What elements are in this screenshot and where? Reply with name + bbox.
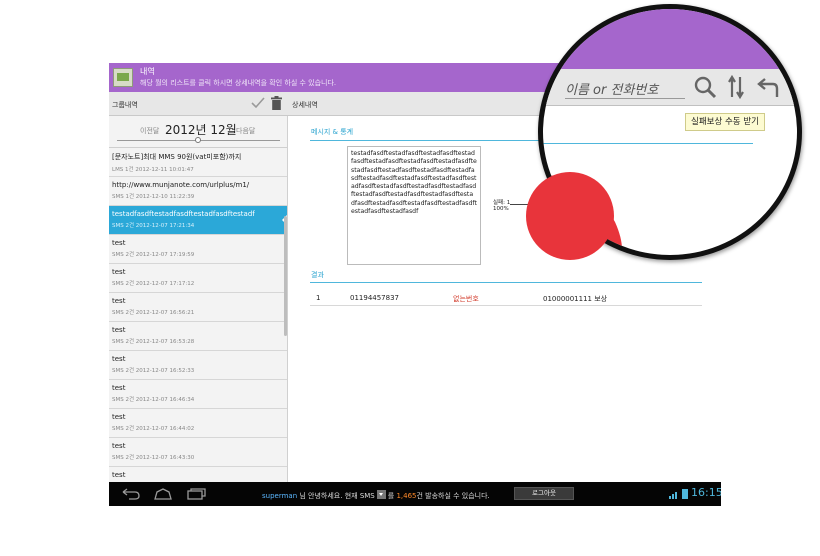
sms-type-label: SMS [359,492,375,500]
result-status: 없는번호 [453,295,479,303]
list-item-title: test [112,442,126,450]
user-name: superman [262,492,298,500]
return-icon[interactable] [757,77,779,97]
manual-compensation-button[interactable]: 실패보상 수동 받기 [685,113,765,131]
result-target: 01000001111 보상 [543,294,607,304]
detail-history-tab[interactable]: 상세내역 [292,100,318,110]
list-item[interactable]: testadfasdftestadfasdftestadfasdftestadf… [109,206,287,235]
list-item-meta: SMS 2건 2012-12-07 17:19:59 [112,252,195,258]
list-item-title: test [112,471,126,479]
list-item-title: test [112,239,126,247]
list-item[interactable]: test SMS 2건 2012-12-07 17:19:59 [109,235,287,264]
list-item-meta: SMS 2건 2012-12-07 16:46:34 [112,397,195,403]
list-item-title: [문자노트]최대 MMS 90원(vat미포함)까지 [112,153,242,161]
list-item-meta: SMS 2건 2012-12-07 16:56:21 [112,310,195,316]
list-item-meta: SMS 2건 2012-12-07 16:44:02 [112,426,195,432]
list-item-title: http://www.munjanote.com/urlplus/m1/ [112,181,250,189]
sendable-count: 1,465 [396,492,417,500]
battery-icon [682,489,688,499]
prev-month-button[interactable]: 이전달 [140,126,159,136]
count-tail-text: 건 발송하실 수 있습니다. [416,492,490,500]
back-icon[interactable] [121,488,141,500]
list-item[interactable]: [문자노트]최대 MMS 90원(vat미포함)까지 LMS 1건 2012-12… [109,148,287,177]
list-item-title: test [112,326,126,334]
search-placeholder: 이름 or 전화번호 [565,83,659,98]
message-list: [문자노트]최대 MMS 90원(vat미포함)까지 LMS 1건 2012-12… [109,148,287,482]
app-subtitle: 해당 월의 리스트를 클릭 하시면 상세내역을 확인 하실 수 있습니다. [140,79,337,87]
list-item-title: test [112,268,126,276]
result-target-number: 01000001111 [543,295,592,303]
search-input[interactable]: 이름 or 전화번호 [565,77,685,99]
greeting-text: 님 안녕하세요. 현재 [299,492,358,500]
pie-label-percent: 100% [493,206,509,212]
list-item-meta: SMS 2건 2012-12-07 16:53:28 [112,339,195,345]
system-bar: superman 님 안녕하세요. 현재 SMS 를 1,465건 발송하실 수 … [109,482,721,506]
pie-slice-0 [526,172,614,260]
app-title: 내역 [140,67,155,76]
list-item[interactable]: test SMS 2건 2012-12-07 16:44:02 [109,409,287,438]
next-month-button[interactable]: 다음달 [236,126,255,136]
list-item-title: test [112,297,126,305]
magnified-title-bar [543,9,797,69]
list-item[interactable]: test SMS 2건 2012-12-07 16:53:28 [109,322,287,351]
result-heading: 결과 [311,271,324,279]
section-divider [310,282,702,283]
recent-apps-icon[interactable] [186,488,206,500]
list-item-meta: SMS 2건 2012-12-07 17:21:34 [112,223,195,229]
result-phone: 01194457837 [350,294,399,302]
result-action: 보상 [594,295,608,303]
stage: 내역 해당 월의 리스트를 클릭 하시면 상세내역을 확인 하실 수 있습니다.… [0,0,820,556]
particle-text: 를 [387,492,395,500]
list-item-meta: SMS 2건 2012-12-07 16:52:33 [112,368,195,374]
app-icon [113,68,133,87]
list-item-title: test [112,384,126,392]
message-stats-heading: 메시지 & 통계 [311,128,354,136]
list-item-meta: LMS 1건 2012-12-11 10:01:47 [112,167,194,173]
status-message: superman 님 안녕하세요. 현재 SMS 를 1,465건 발송하실 수 … [262,489,490,501]
list-scrollbar[interactable] [284,216,287,336]
month-navigator: 이전달 2012년 12월 다음달 [109,116,287,148]
magnified-section-divider [543,143,753,144]
signal-icon [669,492,677,499]
message-body: testadfasdftestadfasdftestadfasdftestadf… [347,146,481,265]
history-list-pane: 이전달 2012년 12월 다음달 [문자노트]최대 MMS 90원(vat미포… [109,116,288,482]
current-month: 2012년 12월 [165,123,237,137]
home-icon[interactable] [153,488,173,500]
list-item[interactable]: test SMS 2건 2012-12-07 16:43:30 [109,438,287,467]
list-item[interactable]: test SMS 2건 2012-12-07 17:17:12 [109,264,287,293]
list-item[interactable]: test SMS 2건 2012-12-07 16:52:33 [109,351,287,380]
month-slider-knob[interactable] [195,137,201,143]
pie-label-fail: 실패: 1 [493,200,511,206]
list-item-meta: SMS 2건 2012-12-07 16:43:30 [112,455,195,461]
logout-button[interactable]: 로그아웃 [514,487,574,500]
list-item-title: test [112,355,126,363]
list-item[interactable]: test SMS 2건 2012-12-07 16:46:34 [109,380,287,409]
sort-icon[interactable] [728,75,744,99]
list-item-title: testadfasdftestadfasdftestadfasdftestadf [112,210,255,218]
clock: 16:15 [691,486,721,499]
trash-icon[interactable] [271,96,282,110]
list-item-title: test [112,413,126,421]
fail-pie-chart [526,172,614,260]
list-item[interactable]: http://www.munjanote.com/urlplus/m1/SMS … [109,177,287,206]
result-no: 1 [316,294,321,302]
sms-type-dropdown[interactable] [376,490,386,499]
list-item[interactable]: test [109,467,287,482]
group-history-tab[interactable]: 그룹내역 [112,100,138,110]
check-icon[interactable] [251,96,265,110]
list-item-meta: SMS 1건 2012-12-10 11:22:39 [112,194,195,200]
list-item[interactable]: test SMS 2건 2012-12-07 16:56:21 [109,293,287,322]
table-row[interactable]: 1 01194457837 없는번호 01000001111 보상 [310,292,702,306]
list-item-meta: SMS 2건 2012-12-07 17:17:12 [112,281,195,287]
search-icon[interactable] [693,75,717,99]
